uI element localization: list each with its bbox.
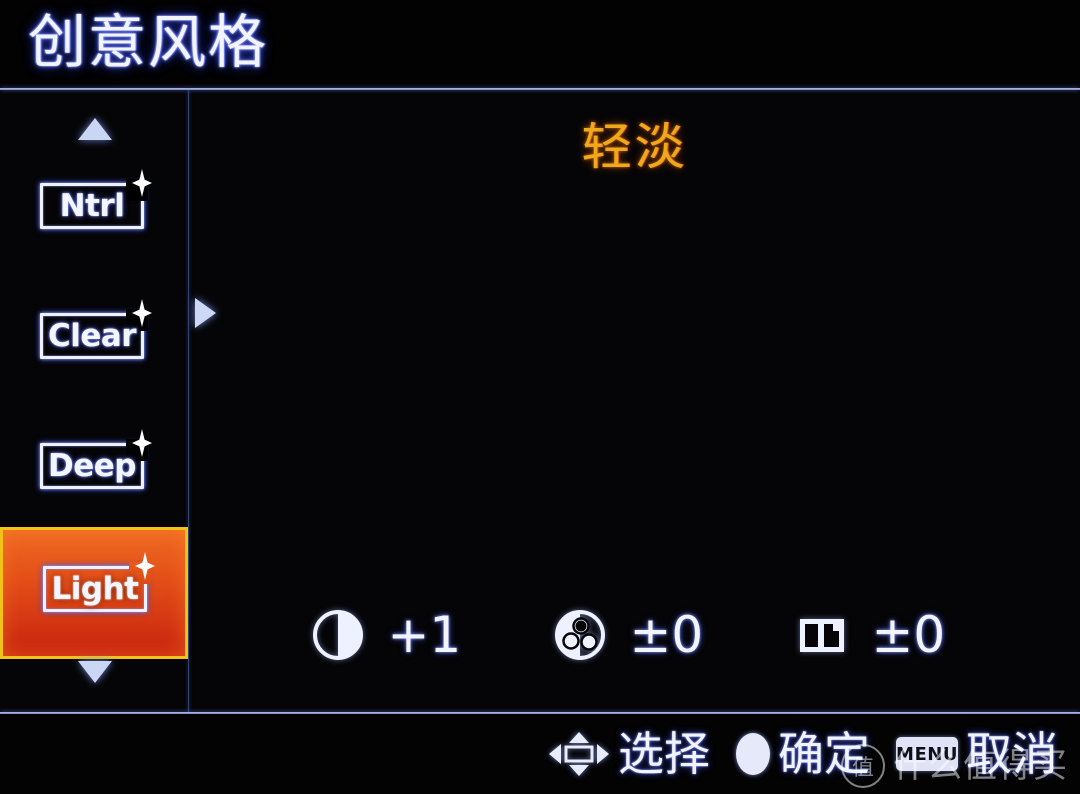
sidebar-item-light[interactable]: Light [0,527,188,659]
style-chip-light: Light [43,552,155,612]
style-chip-ntrl: Ntrl [40,169,152,229]
parameter-sharpness[interactable]: ±0 [794,607,960,663]
menu-button-icon: MENU [896,737,958,771]
parameter-contrast-value: +1 [387,606,462,664]
status-bar: 选择 确定 MENU 取消 [0,714,1080,794]
status-label-confirm: 确定 [778,727,870,781]
status-hints: 选择 确定 MENU 取消 [548,722,1058,786]
status-label-select: 选择 [618,727,710,781]
parameter-sharpness-value: ±0 [871,606,946,664]
sparkle-icon [130,299,154,327]
sidebar-item-label: Clear [47,318,137,354]
status-item-confirm[interactable]: 确定 [736,725,870,783]
set-dot-icon [736,733,770,775]
parameter-contrast[interactable]: +1 [310,607,476,663]
sidebar-item-deep[interactable]: Deep [0,407,188,537]
sidebar-item-label: Ntrl [59,188,125,224]
sparkle-icon [133,552,157,580]
style-name-label: 轻淡 [581,118,688,176]
parameter-row: +1 ±0 ±0 [189,590,1080,680]
style-detail-pane: 轻淡 +1 ±0 ±0 [189,90,1080,712]
sidebar-item-label: Deep [48,448,136,484]
dpad-icon [549,732,609,776]
sparkle-icon [130,429,154,457]
camera-menu-screen: 创意风格 Ntrl Clear Deep Light 轻淡 +1 ±0 ±0 选… [0,0,1080,794]
triangle-right-icon [195,298,216,328]
triangle-up-icon[interactable] [78,118,112,140]
style-list-sidebar[interactable]: Ntrl Clear Deep Light [0,90,188,712]
status-item-cancel[interactable]: MENU 取消 [896,725,1058,783]
sidebar-item-ntrl[interactable]: Ntrl [0,147,188,277]
saturation-icon [554,610,605,660]
status-item-select[interactable]: 选择 [548,725,710,783]
page-title: 创意风格 [28,8,269,76]
contrast-icon [312,610,363,660]
style-chip-deep: Deep [40,429,152,489]
sidebar-item-label: Light [51,571,139,607]
sidebar-item-clear[interactable]: Clear [0,277,188,407]
sharpness-icon [799,619,844,652]
status-label-cancel: 取消 [966,727,1058,781]
style-chip-clear: Clear [40,299,152,359]
sparkle-icon [130,169,154,197]
parameter-saturation-value: ±0 [629,606,704,664]
parameter-saturation[interactable]: ±0 [552,607,718,663]
triangle-down-icon[interactable] [78,661,112,683]
title-bar: 创意风格 [0,0,1080,88]
